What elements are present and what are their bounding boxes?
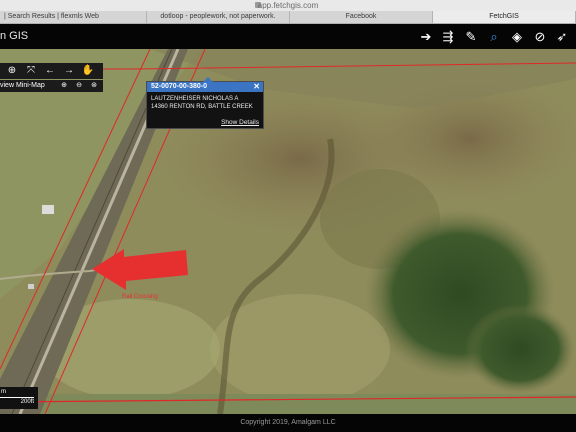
minimap-toggle[interactable]: view Mini-Map — [0, 80, 45, 92]
parcel-id: 52-0070-00-380-0 — [151, 83, 208, 90]
browser-tabs: | Search Results | flexmls Web dotloop -… — [0, 11, 576, 24]
wrench-icon[interactable]: ✎ — [462, 28, 480, 45]
zoom-in-icon[interactable]: ⊕ — [5, 64, 19, 78]
signpost-icon[interactable]: ⇶ — [439, 28, 457, 45]
address-bar[interactable]: app.fetchgis.com — [0, 0, 576, 11]
aerial-imagery: Rail Crossing — [0, 49, 576, 414]
pan-hand-icon[interactable]: ✋ — [81, 64, 95, 78]
annotation-label: Rail Crossing — [122, 294, 158, 300]
owner-name: LAUTZENHEISER NICHOLAS A — [151, 96, 239, 102]
pan-small-icon[interactable]: ⊛ — [88, 80, 100, 92]
map-nav-toolbar: ⊕ ⤧ ← → ✋ — [0, 63, 103, 79]
layers-icon[interactable]: ◈ — [508, 28, 526, 45]
address-text[interactable]: app.fetchgis.com — [0, 0, 576, 11]
map-view[interactable]: Rail Crossing ⊕ ⤧ ← → ✋ view Mini-Map ⊕ … — [0, 49, 576, 414]
parcel-popup: 52-0070-00-380-0 ✕ LAUTZENHEISER NICHOLA… — [146, 77, 264, 129]
property-address: 14360 RENTON RD, BATTLE CREEK — [151, 104, 253, 110]
full-extent-icon[interactable]: ⤧ — [24, 64, 38, 78]
scale-metric: m — [1, 389, 6, 395]
search-icon[interactable]: ⌕ — [485, 28, 503, 45]
scale-line — [0, 397, 34, 398]
browser-tab[interactable]: dotloop - peoplework, not paperwork. — [147, 11, 290, 23]
zoom-out-small-icon[interactable]: ⊖ — [73, 80, 85, 92]
browser-tab[interactable]: Facebook — [290, 11, 433, 23]
minimap-bar: view Mini-Map ⊕ ⊖ ⊛ — [0, 80, 103, 92]
measure-icon[interactable]: ➶ — [553, 28, 571, 45]
app-title: n GIS — [0, 30, 29, 42]
footer: Copyright 2019, Amalgam LLC — [0, 414, 576, 432]
browser-tab-active[interactable]: FetchGIS — [433, 11, 576, 23]
no-select-icon[interactable]: ⊘ — [531, 28, 549, 45]
scale-imperial: 200ft — [20, 399, 34, 405]
show-details-link[interactable]: Show Details — [221, 119, 259, 126]
forward-arrow-icon[interactable]: → — [62, 64, 76, 78]
back-arrow-icon[interactable]: ← — [43, 64, 57, 78]
close-icon[interactable]: ✕ — [253, 82, 260, 92]
scale-bar: m 200ft — [0, 387, 38, 409]
login-icon[interactable]: ➔ — [417, 28, 435, 45]
popup-header: 52-0070-00-380-0 ✕ — [147, 82, 263, 92]
app-toolbar: n GIS ➔ ⇶ ✎ ⌕ ◈ ⊘ ➶ — [0, 24, 576, 49]
zoom-in-small-icon[interactable]: ⊕ — [58, 80, 70, 92]
browser-tab[interactable]: | Search Results | flexmls Web — [0, 11, 147, 23]
